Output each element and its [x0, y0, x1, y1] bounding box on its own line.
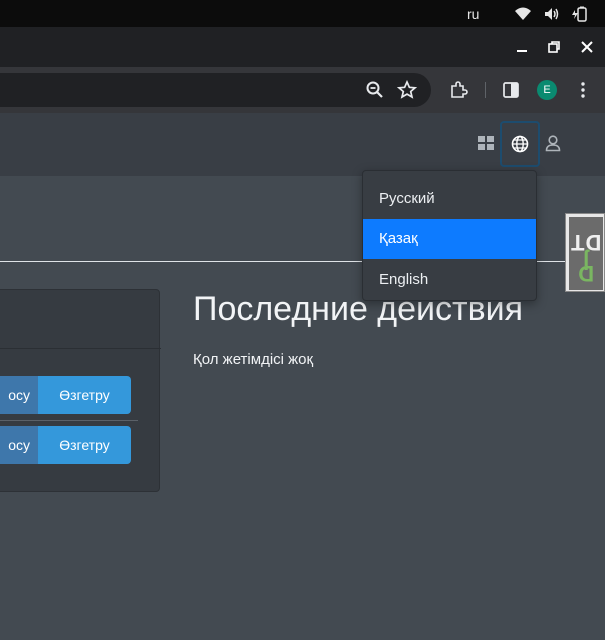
language-option-russian[interactable]: Русский — [363, 179, 536, 219]
language-option-english[interactable]: English — [363, 260, 536, 300]
more-menu-icon[interactable] — [573, 80, 593, 100]
browser-toolbar: E — [0, 67, 605, 113]
debug-toolbar-logo: DjDT — [569, 217, 603, 290]
browser-title-bar — [0, 27, 605, 67]
os-status-bar: ru — [0, 0, 605, 27]
grid-apps-icon[interactable] — [476, 133, 496, 153]
add-button[interactable]: осу — [0, 426, 38, 464]
globe-icon — [511, 135, 529, 153]
address-bar[interactable] — [0, 73, 431, 107]
toolbar-separator — [485, 82, 486, 98]
change-button[interactable]: Өзгетру — [38, 426, 131, 464]
close-icon[interactable] — [579, 39, 595, 55]
no-access-text: Қол жетімдісі жоқ — [193, 351, 314, 368]
side-panel-icon[interactable] — [501, 80, 521, 100]
language-option-kazakh[interactable]: Қазақ — [363, 219, 536, 259]
card-header — [0, 290, 161, 349]
keyboard-language-indicator[interactable]: ru — [467, 6, 479, 22]
bookmark-star-icon[interactable] — [397, 80, 417, 100]
debug-toolbar-handle[interactable]: DjDT — [565, 213, 605, 292]
profile-avatar[interactable]: E — [537, 80, 557, 100]
user-icon[interactable] — [543, 133, 563, 153]
minimize-icon[interactable] — [514, 39, 530, 55]
row-divider — [0, 420, 138, 421]
zoom-out-icon[interactable] — [365, 80, 385, 100]
volume-icon[interactable] — [543, 5, 561, 23]
wifi-icon[interactable] — [514, 5, 532, 23]
language-dropdown: Русский Қазақ English — [362, 170, 537, 301]
add-button[interactable]: осу — [0, 376, 38, 414]
change-button[interactable]: Өзгетру — [38, 376, 131, 414]
language-switcher-button[interactable] — [500, 121, 540, 167]
battery-charging-icon[interactable] — [571, 5, 589, 23]
extensions-puzzle-icon[interactable] — [448, 80, 468, 100]
restore-icon[interactable] — [546, 39, 562, 55]
